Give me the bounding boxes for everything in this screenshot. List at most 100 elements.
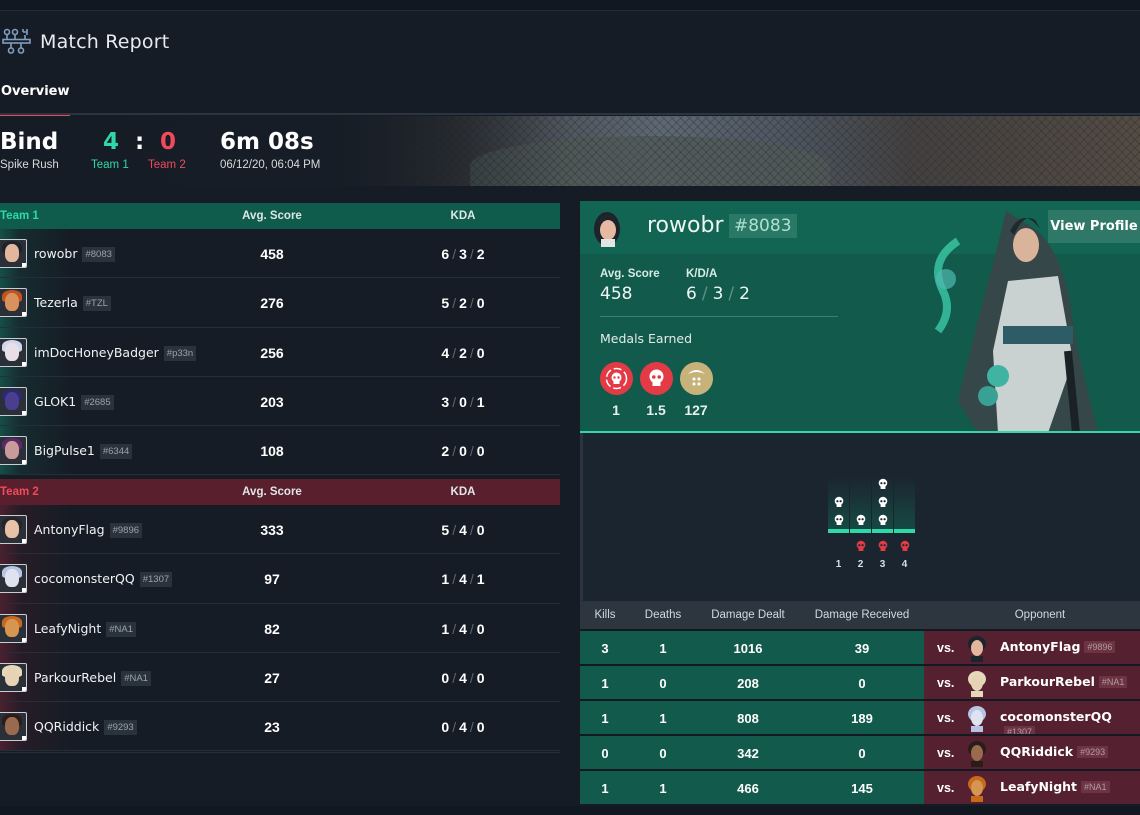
opponent-avatar [968,636,986,662]
player-avatar [0,386,27,416]
player-name[interactable]: cocomonsterQQ #1307 [34,571,173,588]
view-profile-button[interactable]: View Profile [1048,210,1140,243]
kill-skull-icon [877,495,889,507]
round-number: 4 [901,559,908,570]
duel-row[interactable]: 0 0 342 0 vs. QQRiddick #9293 [580,734,1140,769]
player-kda: 5/2/0 [441,295,485,312]
vs-label: vs. [937,746,955,760]
duel-damage-dealt: 208 [737,676,759,691]
player-tag: #NA1 [121,670,151,686]
player-name[interactable]: LeafyNight #NA1 [34,621,137,637]
vs-label: vs. [937,781,955,795]
player-avatar [594,212,620,247]
duel-deaths: 1 [659,711,667,726]
player-tag: #6344 [99,444,133,460]
player-row[interactable]: AntonyFlag #9896 333 5/4/0 [0,505,560,555]
player-row[interactable]: QQRiddick #9293 23 0/4/0 [0,702,560,752]
player-kda: 4/2/0 [441,344,485,361]
player-avg-score: 256 [260,344,284,361]
opponent-tag: #NA1 [1098,676,1128,688]
opponent-avatar [968,741,986,767]
kill-skull-icon [833,495,845,507]
player-kda: 0/4/0 [441,669,485,686]
player-tag: #9896 [109,523,143,538]
avg-score-value: 458 [600,284,633,304]
player-name[interactable]: ParkourRebel #NA1 [34,670,151,686]
player-profile-card: rowobr #8083 View Profile Avg. Score 458… [580,201,1140,433]
kill-skull-icon [855,513,867,525]
duel-kills: 3 [601,641,609,656]
opponent-name[interactable]: QQRiddick #9293 [1000,744,1109,759]
player-kda: 2/0/0 [441,443,485,460]
player-name[interactable]: QQRiddick #9293 [34,719,137,736]
player-row[interactable]: Tezerla #TZL 276 5/2/0 [0,278,560,328]
duel-deaths: 0 [659,676,667,691]
player-row[interactable]: ParkourRebel #NA1 27 0/4/0 [0,652,560,703]
player-kda: 0/4/0 [441,719,485,736]
player-avg-score: 23 [264,719,280,736]
kill-skull-icon [833,513,845,525]
duel-row[interactable]: 1 0 208 0 vs. ParkourRebel #NA1 [580,664,1140,699]
page-title: Match Report [40,31,170,53]
round-column[interactable] [894,477,915,533]
death-skull-icon [899,539,911,551]
gold-crest-icon [680,362,713,395]
player-avg-score: 97 [264,571,280,588]
opponent-name[interactable]: LeafyNight #NA1 [1000,779,1110,794]
medal-value: 1 [612,402,620,418]
player-name[interactable]: rowobr #8083 [34,246,115,262]
duel-kills: 0 [601,746,609,761]
player-row[interactable]: BigPulse1 #6344 108 2/0/0 [0,426,560,476]
player-name[interactable]: imDocHoneyBadger #p33n [34,345,197,361]
team2-score: 0 [160,129,177,155]
player-row[interactable]: LeafyNight #NA1 82 1/4/0 [0,603,560,653]
player-name[interactable]: AntonyFlag #9896 [34,522,143,538]
opponent-avatar [968,776,986,802]
round-number: 1 [835,559,842,570]
duel-row[interactable]: 1 1 466 145 vs. LeafyNight #NA1 [580,769,1140,804]
game-mode: Spike Rush [0,159,59,171]
team1-header: Team 1 Avg. Score KDA [0,203,560,229]
team2-header: Team 2 Avg. Score KDA [0,479,560,505]
damage-dealt-header: Damage Dealt [711,609,785,621]
player-avatar [0,564,27,594]
duel-damage-dealt: 342 [737,746,759,761]
opponent-name[interactable]: ParkourRebel #NA1 [1000,674,1128,689]
duel-damage-received: 39 [854,641,870,656]
vs-label: vs. [937,711,955,725]
score-separator: : [135,129,145,155]
round-bar [894,529,915,533]
tab-overview[interactable]: Overview [0,80,70,117]
page-header: Match Report [0,26,169,58]
vs-label: vs. [937,676,955,690]
round-bar [828,529,849,533]
round-bar [850,529,871,533]
team1-score: 4 [103,129,120,155]
player-name[interactable]: GLOK1 #2685 [34,394,114,410]
player-kda: 1/4/1 [441,571,485,588]
duel-kills: 1 [601,711,609,726]
duel-row[interactable]: 1 1 808 189 vs. cocomonsterQQ#1307 [580,699,1140,738]
tab-bar: Overview [0,80,1140,117]
player-tag: #8083 [82,247,115,262]
player-avatar [0,288,27,318]
team1-label: Team 1 [91,159,129,171]
player-name[interactable]: BigPulse1 #6344 [34,443,133,460]
player-row[interactable]: rowobr #8083 458 6/3/2 [0,229,560,279]
player-avg-score: 82 [264,620,280,637]
medal-value: 127 [684,402,708,418]
duel-damage-received: 0 [858,746,866,761]
player-avatar [0,337,27,367]
duel-row[interactable]: 3 1 1016 39 vs. AntonyFlag #9896 [580,629,1140,664]
match-datetime: 06/12/20, 06:04 PM [220,159,321,171]
medal-value: 1.5 [646,402,666,418]
player-row[interactable]: GLOK1 #2685 203 3/0/1 [0,376,560,427]
opponent-name[interactable]: AntonyFlag #9896 [1000,639,1116,654]
player-avg-score: 333 [260,522,284,538]
player-row[interactable]: imDocHoneyBadger #p33n 256 4/2/0 [0,327,560,377]
player-row[interactable]: cocomonsterQQ #1307 97 1/4/1 [0,554,560,604]
skull-icon [640,362,673,395]
duel-damage-dealt: 466 [737,781,759,796]
player-name[interactable]: Tezerla #TZL [34,295,111,312]
round-bar [872,529,893,533]
